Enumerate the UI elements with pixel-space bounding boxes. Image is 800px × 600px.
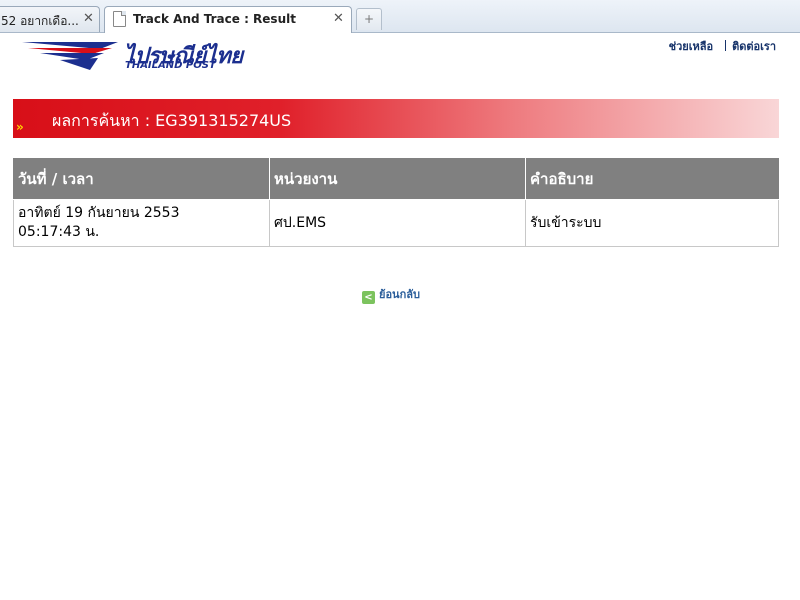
tab-active[interactable]: Track And Trace : Result ✕ [104, 6, 352, 33]
header-links: ช่วยเหลือ ติดต่อเรา [669, 37, 776, 55]
close-icon[interactable]: ✕ [333, 11, 344, 26]
back-arrow-icon: < [362, 291, 375, 304]
time-text: 05:17:43 น. [18, 224, 100, 240]
document-icon [113, 11, 126, 27]
double-chevron-icon: » [16, 120, 24, 134]
tab-label: Track And Trace : Result [133, 12, 296, 26]
thailand-post-logo[interactable]: ไปรษณีย์ไทย THAILAND POST [20, 38, 243, 74]
column-header-date: วันที่ / เวลา [13, 158, 270, 200]
result-banner: » ผลการค้นหา : EG391315274US [13, 99, 779, 138]
cell-office: ศป.EMS [269, 199, 526, 247]
column-header-description: คำอธิบาย [525, 158, 779, 200]
logo-wing-icon [22, 42, 118, 70]
tab-inactive[interactable]: 52 อยากเดือ... ✕ [0, 6, 100, 32]
logo-english-text: THAILAND POST [125, 60, 216, 71]
back-link[interactable]: < ย้อนกลับ [362, 285, 420, 304]
cell-description: รับเข้าระบบ [525, 199, 779, 247]
new-tab-button[interactable]: + [356, 8, 382, 30]
cell-date: อาทิตย์ 19 กันยายน 2553 05:17:43 น. [13, 199, 270, 247]
result-title: ผลการค้นหา : EG391315274US [52, 111, 292, 130]
close-icon[interactable]: ✕ [83, 11, 94, 26]
help-link[interactable]: ช่วยเหลือ [669, 40, 713, 53]
date-text: อาทิตย์ 19 กันยายน 2553 [18, 205, 180, 221]
back-link-label: ย้อนกลับ [379, 288, 420, 301]
tracking-table: วันที่ / เวลา หน่วยงาน คำอธิบาย อาทิตย์ … [13, 158, 779, 247]
divider [725, 40, 727, 51]
tab-strip: 52 อยากเดือ... ✕ Track And Trace : Resul… [0, 0, 800, 33]
table-row: อาทิตย์ 19 กันยายน 2553 05:17:43 น. ศป.E… [13, 199, 779, 247]
tab-label: 52 อยากเดือ... [1, 14, 79, 28]
contact-link[interactable]: ติดต่อเรา [732, 40, 776, 53]
column-header-office: หน่วยงาน [269, 158, 526, 200]
table-header-row: วันที่ / เวลา หน่วยงาน คำอธิบาย [13, 158, 779, 200]
